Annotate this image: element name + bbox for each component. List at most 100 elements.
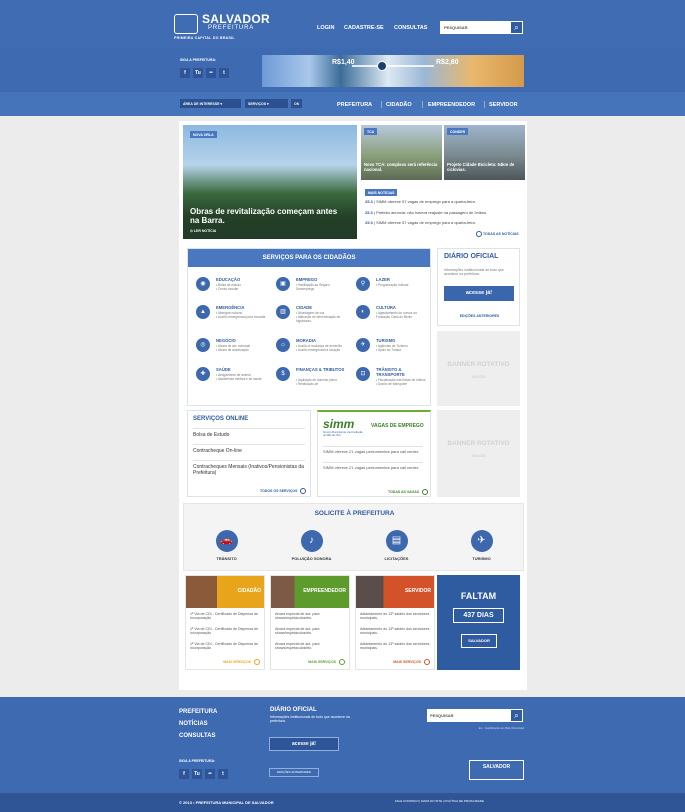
document-icon: ▤: [385, 530, 408, 552]
solicite-turismo[interactable]: ✈ TURISMO: [439, 530, 524, 561]
footer-search-input[interactable]: PESQUISAR ⌕: [427, 709, 523, 722]
bus-icon: ⊡: [356, 367, 370, 381]
solicite-poluicao[interactable]: ♪ POLUIÇÃO SONORA: [269, 530, 354, 561]
nav-cidadao[interactable]: CIDADÃO: [386, 102, 412, 108]
plus-icon: [424, 659, 430, 665]
youtube-icon[interactable]: Tu: [192, 769, 202, 779]
diario-access-button[interactable]: acesse já!: [444, 286, 514, 301]
more-services-link[interactable]: MAIS SERVIÇOS: [223, 659, 260, 665]
countdown-box[interactable]: FALTAM 437 DIAS SALVADOR: [437, 575, 520, 670]
profile-service-item[interactable]: 1ª Via de CDI - Certificado de Dispensa …: [190, 612, 262, 621]
online-service-item[interactable]: Contracheque On-line: [193, 444, 305, 454]
profile-service-item[interactable]: Alvará especial de aut. para shows/espet…: [275, 642, 347, 651]
news-item[interactable]: 25.3 | Prefeito anuncia: não haverá reaj…: [365, 210, 525, 215]
ok-button[interactable]: OK: [291, 99, 302, 108]
profile-service-item[interactable]: Alvará especial de aut. para shows/espet…: [275, 627, 347, 636]
more-news-label: MAIS NOTÍCIAS: [365, 189, 398, 196]
flickr-icon[interactable]: ••: [206, 68, 216, 78]
job-item[interactable]: SIMM oferece 21 vagas permanentes para c…: [323, 462, 423, 470]
plus-icon: [422, 489, 429, 495]
nav-empreendedor[interactable]: EMPREENDEDOR: [428, 102, 475, 108]
interest-area-select[interactable]: ÁREA DE INTERESSE ▾: [180, 99, 241, 108]
read-news-link[interactable]: ⊙ LER NOTÍCIA: [190, 229, 216, 233]
footer-link-noticias[interactable]: NOTÍCIAS: [179, 721, 208, 727]
footer: PREFEITURA NOTÍCIAS CONSULTAS DIÁRIO OFI…: [0, 697, 685, 793]
search-input[interactable]: PESQUISAR ⌕: [440, 21, 523, 34]
copyright: © 2013 • PREFEITURA MUNICIPAL DE SALVADO…: [179, 800, 274, 805]
fare-slider-handle[interactable]: [377, 61, 387, 71]
online-services-title: SERVIÇOS ONLINE: [193, 416, 249, 422]
plus-icon: [339, 659, 345, 665]
building-icon: ▥: [276, 305, 290, 319]
footer-logo[interactable]: SALVADOR: [469, 760, 524, 780]
footer-access-button[interactable]: acesse já!: [269, 737, 339, 751]
online-service-item[interactable]: Bolsa de Estudo: [193, 428, 305, 438]
all-news-link[interactable]: TODAS AS NOTÍCIAS: [474, 231, 519, 237]
profile-service-item[interactable]: Adiantamento do 13º salário dos servidor…: [360, 627, 432, 636]
thumb-caption: Projeto Cidade Bicicleta: 64km de ciclov…: [447, 162, 515, 172]
countdown-logo: SALVADOR: [461, 634, 497, 648]
featured-tag: NOVA ORLA: [190, 131, 217, 138]
footer-diario-title: DIÁRIO OFICIAL: [270, 707, 317, 713]
featured-title[interactable]: Obras de revitalização começam antes na …: [190, 207, 340, 225]
footer-editions-button[interactable]: EDIÇÕES ANTERIORES: [269, 768, 319, 777]
plus-icon: [476, 231, 482, 237]
login-link[interactable]: LOGIN: [317, 25, 334, 31]
news-thumb-tca[interactable]: TCA Novo TCA: complexo será referência n…: [361, 125, 442, 180]
simm-logo: simm: [323, 417, 355, 431]
facebook-icon[interactable]: f: [179, 769, 189, 779]
logo-tagline: PRIMEIRA CAPITAL DO BRASIL: [174, 36, 235, 40]
profile-service-item[interactable]: 1ª Via de CDI - Certificado de Dispensa …: [190, 627, 262, 636]
nav-servidor[interactable]: SERVIDOR: [489, 102, 518, 108]
main-navbar: ÁREA DE INTERESSE ▾ SERVIÇOS ▾ OK PREFEI…: [0, 92, 685, 116]
profile-service-item[interactable]: 1ª Via de CDI - Certificado de Dispensa …: [190, 642, 262, 651]
diario-title: DIÁRIO OFICIAL: [444, 253, 499, 260]
site-logo[interactable]: SALVADOR PREFEITURA PRIMEIRA CAPITAL DO …: [174, 12, 270, 42]
twitter-icon[interactable]: t: [219, 68, 229, 78]
register-link[interactable]: CADASTRE-SE: [344, 25, 384, 31]
bottom-bar: © 2013 • PREFEITURA MUNICIPAL DE SALVADO…: [0, 793, 685, 812]
search-icon[interactable]: ⌕: [510, 709, 523, 722]
profile-card-empreendedor: EMPREENDEDOR Alvará especial de aut. par…: [270, 575, 350, 670]
profile-service-item[interactable]: Alvará especial de aut. para shows/espet…: [275, 612, 347, 621]
bottom-links[interactable]: FALE CONOSCO | MAPA DO SITE | POLÍTICA D…: [395, 799, 484, 803]
theater-icon: ◐: [356, 305, 370, 319]
youtube-icon[interactable]: Tu: [193, 68, 203, 78]
search-placeholder: PESQUISAR: [444, 25, 468, 30]
profile-service-item[interactable]: Adiantamento do 13º salário dos servidor…: [360, 612, 432, 621]
flickr-icon[interactable]: ••: [205, 769, 215, 779]
news-thumb-conder[interactable]: CONDER Projeto Cidade Bicicleta: 64km de…: [444, 125, 525, 180]
solicite-licitacoes[interactable]: ▤ LICITAÇÕES: [354, 530, 439, 561]
car-icon: 🚗: [215, 530, 238, 552]
fare-banner[interactable]: R$1,40 R$2,80: [262, 55, 524, 87]
twitter-icon[interactable]: t: [218, 769, 228, 779]
footer-link-prefeitura[interactable]: PREFEITURA: [179, 709, 217, 715]
nav-prefeitura[interactable]: PREFEITURA: [337, 102, 372, 108]
previous-editions-link[interactable]: EDIÇÕES ANTERIORES: [438, 314, 521, 318]
header: SALVADOR PREFEITURA PRIMEIRA CAPITAL DO …: [0, 0, 685, 48]
online-service-item[interactable]: Contracheques Mensais (Inativos/Pensioni…: [193, 460, 305, 476]
countdown-days: 437 DIAS: [453, 608, 504, 623]
all-jobs-link[interactable]: TODAS AS VAGAS: [388, 489, 429, 495]
logo-title: SALVADOR: [202, 12, 270, 26]
search-icon[interactable]: ⌕: [510, 21, 523, 34]
home-icon: ⌂: [276, 338, 290, 352]
news-item[interactable]: 25.3 | SIMM oferece 57 vagas de emprego …: [365, 199, 525, 204]
solicite-transito[interactable]: 🚗 TRÂNSITO: [184, 530, 269, 561]
featured-news[interactable]: NOVA ORLA Obras de revitalização começam…: [183, 125, 357, 239]
more-services-link[interactable]: MAIS SERVIÇOS: [308, 659, 345, 665]
all-services-link[interactable]: TODOS OS SERVIÇOS: [260, 488, 307, 494]
profile-service-item[interactable]: Adiantamento do 13º salário dos servidor…: [360, 642, 432, 651]
news-item[interactable]: 25.3 | SIMM oferece 57 vagas de emprego …: [365, 220, 525, 225]
more-services-link[interactable]: MAIS SERVIÇOS: [393, 659, 430, 665]
services-select[interactable]: SERVIÇOS ▾: [245, 99, 288, 108]
consultas-link[interactable]: CONSULTAS: [394, 25, 427, 31]
rotating-banner[interactable]: BANNER ROTATIVO 230X230: [437, 410, 520, 497]
diario-oficial-box: DIÁRIO OFICIAL Informações institucionai…: [437, 248, 520, 326]
solicite-title: SOLICITE À PREFEITURA: [314, 510, 395, 517]
rotating-banner[interactable]: BANNER ROTATIVO 230X230: [437, 331, 520, 406]
job-item[interactable]: SIMM oferece 21 vagas permanentes para c…: [323, 446, 423, 454]
eye-icon: ◎: [196, 338, 210, 352]
facebook-icon[interactable]: f: [180, 68, 190, 78]
footer-link-consultas[interactable]: CONSULTAS: [179, 733, 215, 739]
